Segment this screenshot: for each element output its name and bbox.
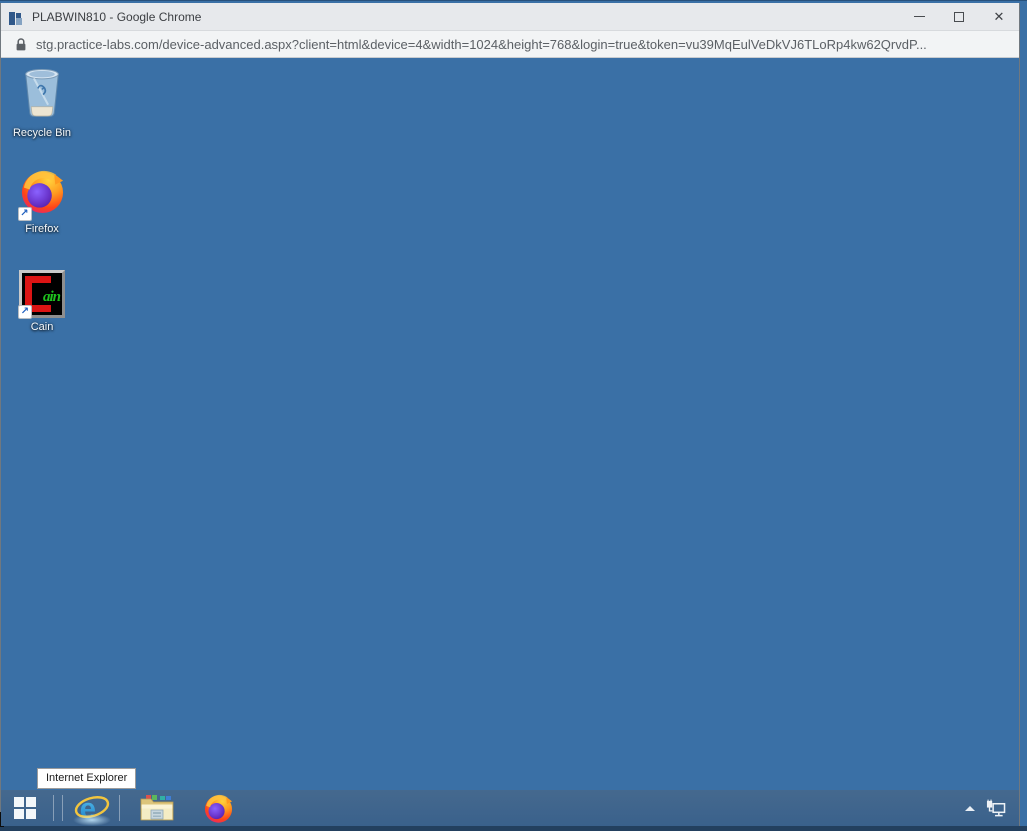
network-ethernet-icon	[986, 799, 1005, 816]
desktop-icon-firefox[interactable]: ↗ Firefox	[3, 168, 81, 235]
recycle-bin-icon	[25, 68, 59, 117]
show-hidden-icons-button[interactable]	[959, 790, 981, 826]
shortcut-arrow-icon: ↗	[17, 207, 32, 221]
address-bar: stg.practice-labs.com/device-advanced.as…	[1, 31, 1019, 58]
close-button[interactable]: ✕	[979, 3, 1019, 30]
window-controls: ✕	[899, 3, 1019, 30]
minimize-button[interactable]	[899, 3, 939, 30]
folder-icon	[140, 795, 174, 821]
desktop-icon-label: Firefox	[25, 223, 59, 235]
close-icon: ✕	[993, 9, 1005, 24]
chevron-up-icon	[965, 805, 975, 811]
practice-labs-logo-icon	[9, 11, 22, 25]
taskbar-separator	[53, 795, 54, 821]
minimize-icon	[913, 16, 925, 17]
host-top-edge	[0, 0, 1027, 1]
ie-hover-glow	[73, 814, 111, 826]
url-text: stg.practice-labs.com/device-advanced.as…	[36, 36, 927, 52]
remote-desktop-viewport[interactable]: Recycle Bin ↗ Firefox ain ↗ Cain Interne…	[1, 58, 1019, 826]
taskbar-separator	[119, 795, 120, 821]
host-bottom-edge	[0, 826, 1027, 831]
desktop-icon-recycle-bin[interactable]: Recycle Bin	[3, 66, 81, 139]
taskbar: e	[1, 790, 1019, 826]
window-title: PLABWIN810 - Google Chrome	[32, 9, 202, 24]
taskbar-firefox-button[interactable]	[194, 790, 242, 826]
maximize-icon	[954, 11, 964, 22]
lock-icon[interactable]	[15, 37, 27, 52]
desktop-icon-label: Recycle Bin	[12, 127, 72, 139]
start-button[interactable]	[1, 790, 49, 826]
firefox-icon	[204, 794, 232, 823]
system-tray	[959, 790, 1019, 826]
windows-start-icon	[14, 797, 36, 819]
taskbar-tooltip: Internet Explorer	[37, 768, 137, 789]
cain-green-text: ain	[42, 289, 61, 305]
desktop-icon-label: Cain	[30, 321, 54, 333]
taskbar-file-explorer-button[interactable]	[132, 790, 182, 826]
host-screen: PLABWIN810 - Google Chrome ✕ stg.practic…	[0, 0, 1027, 831]
desktop-icon-cain[interactable]: ain ↗ Cain	[3, 270, 81, 333]
taskbar-separator	[62, 795, 63, 821]
network-tray-button[interactable]	[981, 790, 1009, 826]
taskbar-internet-explorer-button[interactable]: e	[69, 790, 115, 826]
window-titlebar[interactable]: PLABWIN810 - Google Chrome ✕	[1, 3, 1019, 31]
chrome-window: PLABWIN810 - Google Chrome ✕ stg.practic…	[0, 3, 1020, 826]
maximize-button[interactable]	[939, 3, 979, 30]
shortcut-arrow-icon: ↗	[18, 305, 32, 319]
